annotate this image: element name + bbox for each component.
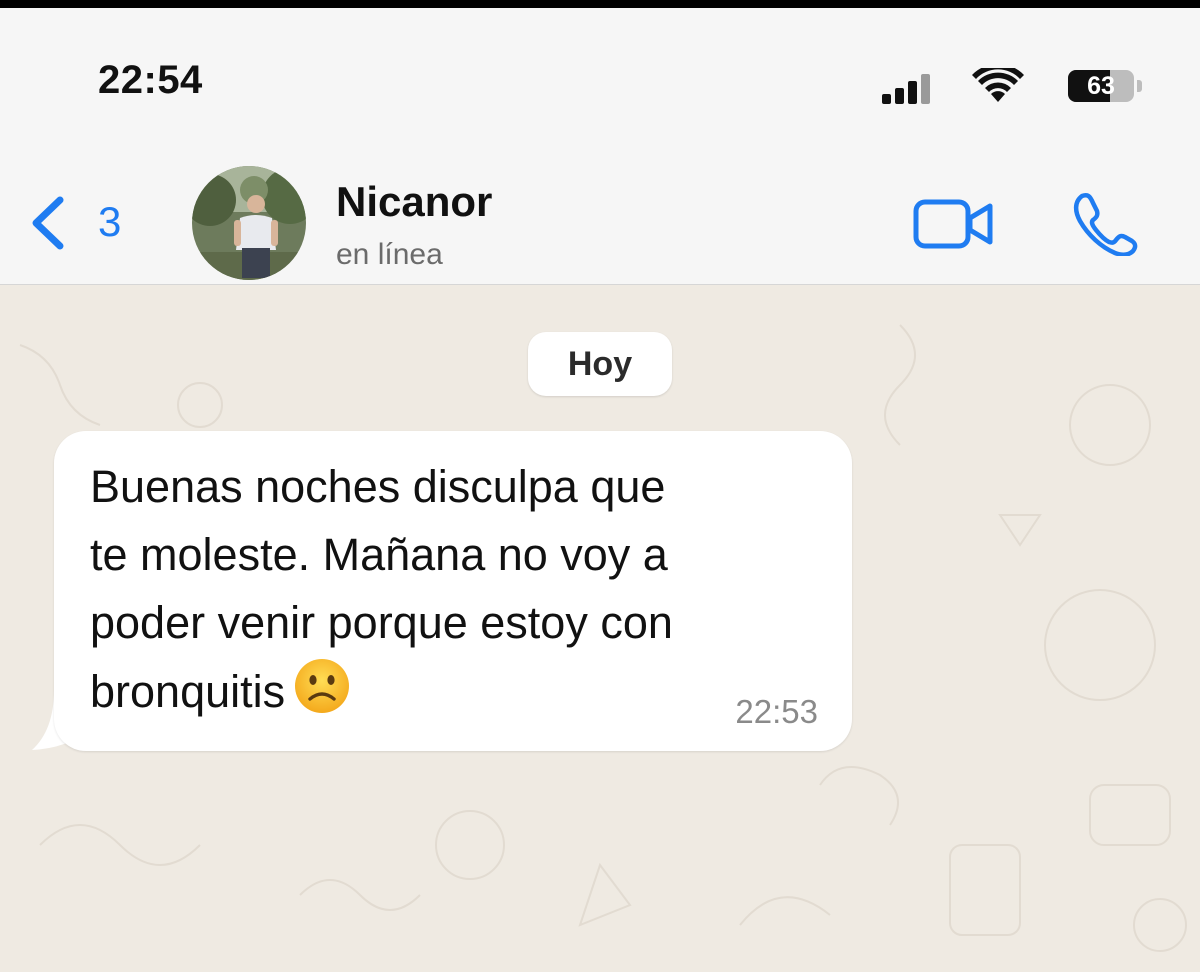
battery-cap	[1137, 80, 1142, 92]
battery-icon: 63	[1068, 70, 1146, 104]
contact-status: en línea	[336, 238, 443, 271]
status-bar-icons: 63	[856, 66, 1146, 106]
message-text: Buenas noches disculpa que te moleste. M…	[90, 453, 830, 726]
message-line: bronquitis	[90, 666, 286, 717]
avatar[interactable]	[192, 166, 306, 280]
date-separator: Hoy	[528, 332, 672, 396]
top-edge-bar	[0, 0, 1200, 8]
battery-body: 63	[1068, 70, 1134, 102]
contact-name[interactable]: Nicanor	[336, 178, 492, 226]
cellular-signal-icon	[882, 74, 930, 104]
battery-level: 63	[1087, 72, 1115, 100]
wifi-icon	[972, 68, 1024, 102]
message-last-line: bronquitis	[90, 657, 830, 726]
video-camera-icon[interactable]	[912, 196, 996, 252]
chat-area[interactable]: Hoy Buenas noches disculpa que te molest…	[0, 285, 1200, 972]
message-timestamp: 22:53	[735, 693, 818, 730]
incoming-message-bubble[interactable]: Buenas noches disculpa que te moleste. M…	[54, 431, 852, 751]
chat-header: 22:54 63 3 Nicanor en línea	[0, 8, 1200, 285]
avatar-photo	[192, 166, 306, 280]
message-line: te moleste. Mañana no voy a	[90, 529, 668, 580]
status-bar-time: 22:54	[98, 58, 203, 102]
chevron-left-icon	[32, 196, 64, 250]
message-line: Buenas noches disculpa que	[90, 461, 666, 512]
message-line: poder venir porque estoy con	[90, 597, 673, 648]
unread-chats-count: 3	[98, 198, 122, 245]
slightly-frowning-face-icon	[295, 659, 350, 713]
phone-icon[interactable]	[1068, 190, 1138, 256]
